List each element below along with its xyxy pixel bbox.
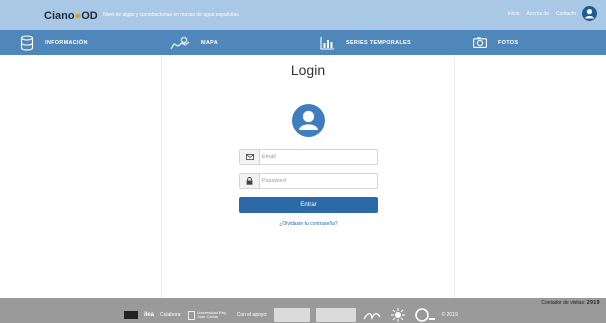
site-tagline: Nivel de algas y cianobacterias en masas… (103, 12, 239, 18)
visit-counter-label: Contador de visitas: (541, 300, 586, 306)
urjc-name: Universidad Rey Juan Carlos (196, 309, 227, 319)
sponsor-logo-4 (390, 308, 405, 322)
copyright-year: © 2019 (441, 312, 458, 318)
nav-item-label: INFORMACIÓN (45, 39, 88, 46)
sponsor-logo-5 (414, 308, 435, 322)
user-avatar-icon (292, 104, 325, 137)
sponsor-logo-1 (273, 308, 310, 322)
user-account-icon[interactable] (582, 6, 597, 21)
nav-item-series-temporales[interactable]: SERIES TEMPORALES (320, 30, 411, 55)
email-input[interactable] (262, 150, 372, 164)
top-bar: Ciano●OD Nivel de algas y cianobacterias… (0, 0, 606, 30)
forgot-password-link[interactable]: ¿Olvidaste tu contraseña? (239, 221, 378, 227)
email-field (239, 149, 378, 165)
visit-counter: Contador de visitas: 2919 (541, 300, 600, 306)
map-pin-icon (170, 36, 190, 49)
column-divider (454, 55, 455, 298)
urjc-logo: Universidad Rey Juan Carlos (187, 309, 231, 320)
ilea-logo: ilea (144, 312, 155, 318)
link-acerca-de[interactable]: Acerca de (526, 11, 549, 17)
footer: Contador de visitas: 2919 ilea Colabora:… (0, 298, 606, 323)
nav-item-label: SERIES TEMPORALES (346, 39, 411, 46)
envelope-icon (240, 150, 260, 164)
sponsor-logo-3 (362, 312, 381, 321)
nav-item-mapa[interactable]: MAPA (170, 30, 218, 55)
main-content: Login Entrar ¿Olvidaste tu contraseña? (0, 55, 606, 298)
ilea-logo-mark (124, 311, 138, 319)
sponsor-logo-2 (315, 308, 356, 322)
login-button[interactable]: Entrar (239, 197, 378, 213)
lock-icon (240, 174, 260, 188)
nav-item-fotos[interactable]: FOTOS (473, 30, 518, 55)
database-icon (20, 34, 34, 51)
password-input[interactable] (262, 174, 372, 188)
nav-item-informacion[interactable]: INFORMACIÓN (20, 30, 88, 55)
visit-counter-value: 2919 (586, 300, 600, 306)
chart-icon (320, 36, 334, 50)
collab-label: Colabora: (160, 312, 182, 318)
link-contacto[interactable]: Contacto (556, 11, 576, 17)
nav-item-label: MAPA (201, 39, 218, 46)
main-navigation: INFORMACIÓN MAPA SERIES TEMPORALES FOTOS (0, 30, 606, 55)
password-field (239, 173, 378, 189)
column-divider (161, 55, 162, 298)
page-title: Login (290, 62, 326, 78)
site-logo[interactable]: Ciano●OD (44, 10, 98, 22)
camera-icon (473, 37, 487, 48)
support-label: Con el apoyo: (236, 312, 268, 318)
link-inicio[interactable]: Inicio (508, 11, 520, 17)
footer-logos: ilea Colabora: Universidad Rey Juan Carl… (124, 308, 458, 322)
nav-item-label: FOTOS (498, 39, 519, 46)
top-links: Inicio Acerca de Contacto (508, 11, 576, 17)
